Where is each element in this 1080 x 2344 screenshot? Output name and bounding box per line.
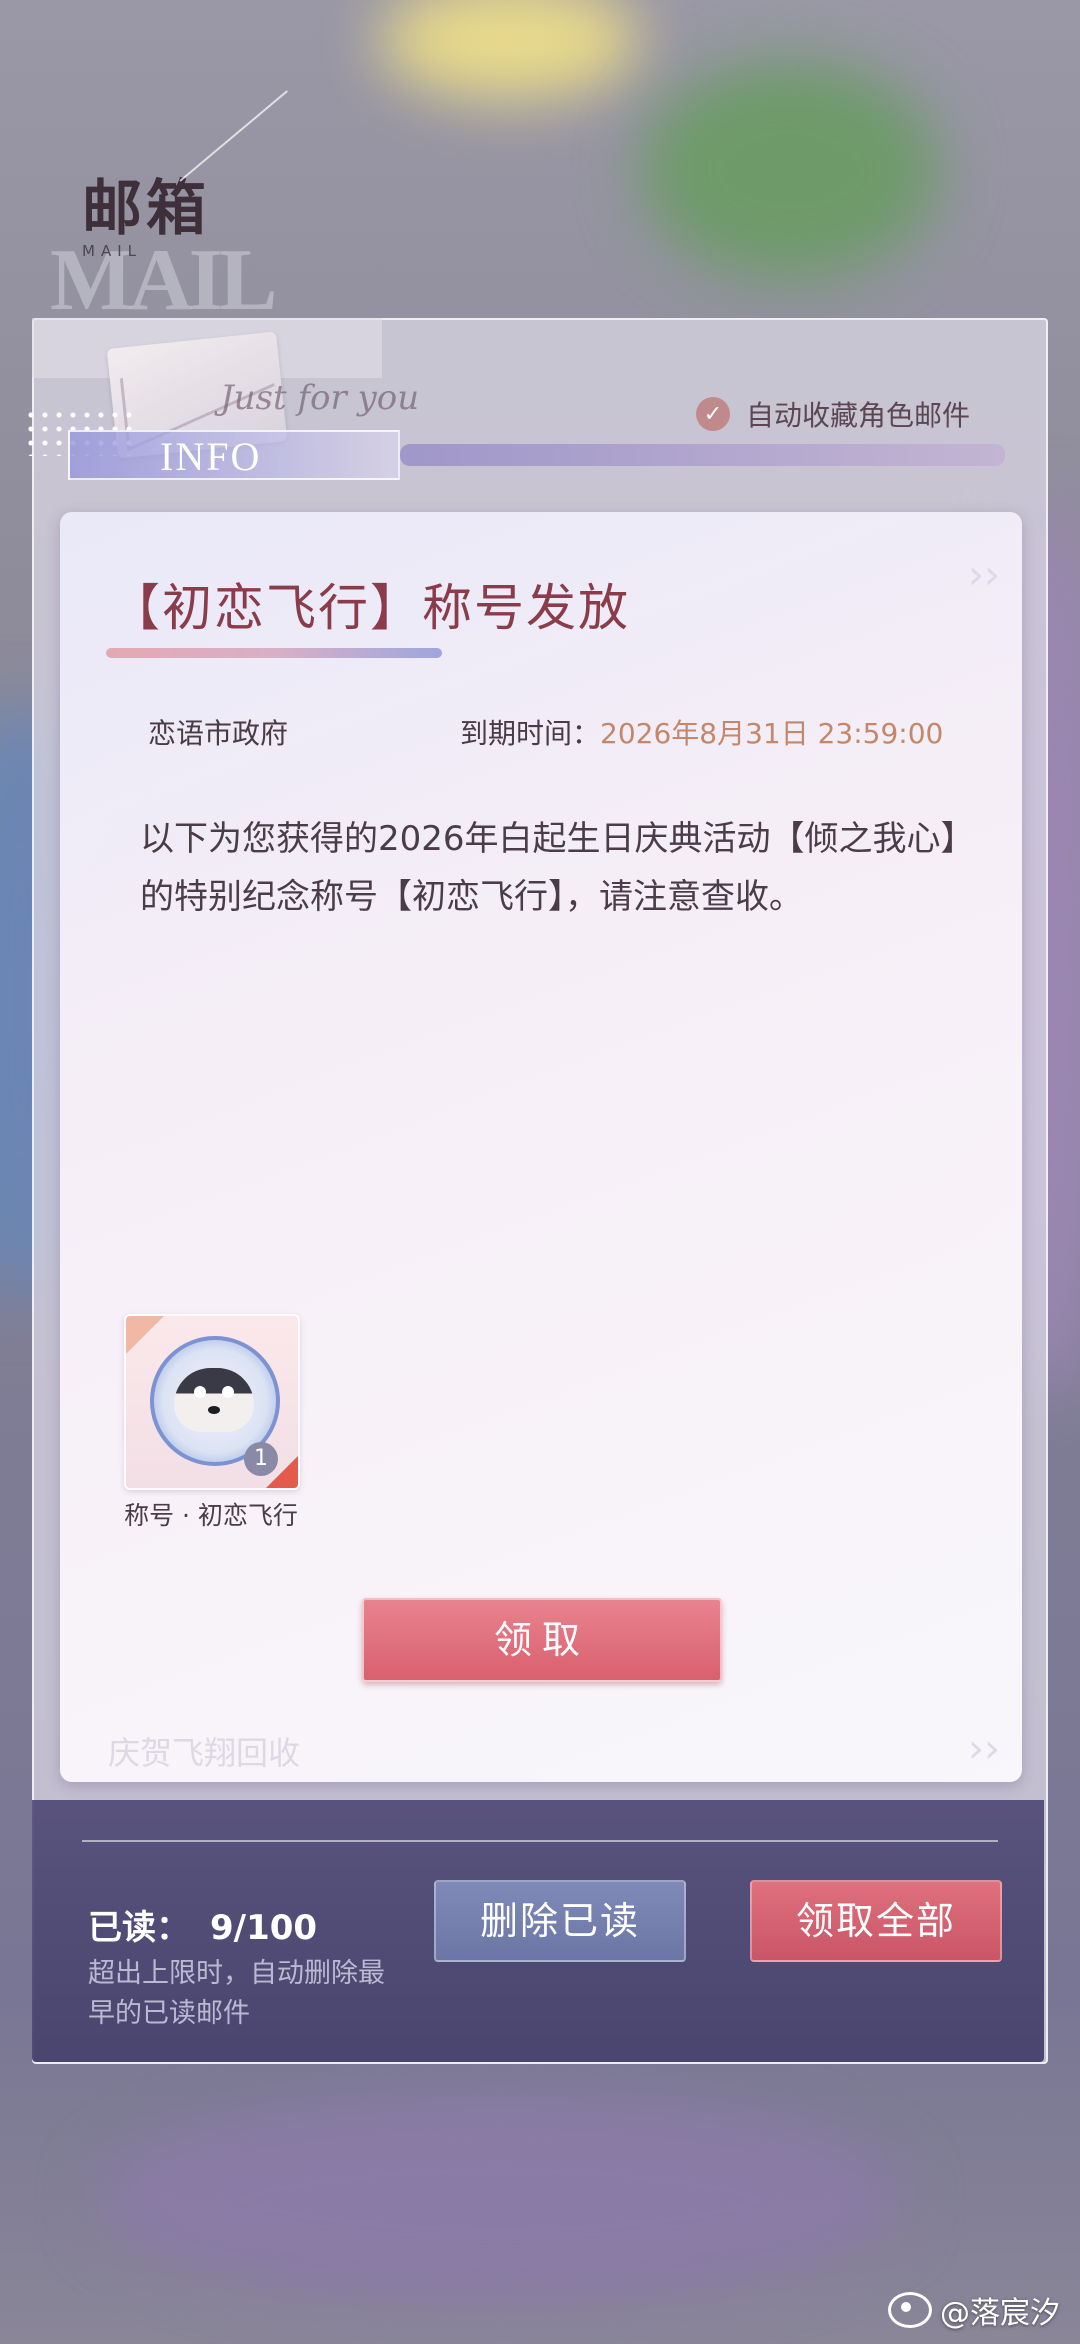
attachment-item[interactable]: 1 [124,1314,300,1490]
read-counter: 已读： 9/100 [88,1900,317,1949]
auto-delete-hint: 超出上限时，自动删除最早的已读邮件 [88,1958,385,2029]
read-label: 已读： [88,1908,190,1948]
expire-label: 到期时间： [460,717,601,750]
husky-icon [174,1368,254,1432]
weibo-icon [888,2292,932,2328]
just-for-you-text: Just for you [220,378,420,418]
mailbox-header: MAIL 邮箱 MAIL [30,90,430,329]
claim-button[interactable]: 领取 [362,1598,722,1682]
expire-value: 2026年8月31日 23:59:00 [600,717,944,750]
attachment-name: 称号 · 初恋飞行 [124,1501,298,1530]
read-count-value: 9/100 [210,1908,318,1948]
delete-read-button[interactable]: 删除已读 [434,1880,686,1962]
item-corner-decoration [126,1316,164,1354]
claim-all-button[interactable]: 领取全部 [750,1880,1002,1962]
watermark: @落宸汐 [888,2288,1060,2332]
mail-title: 【初恋飞行】称号发放 [110,579,630,637]
decorative-strip [400,444,1005,466]
page-subtitle: MAIL [82,242,142,260]
mail-expire: 到期时间：2026年8月31日 23:59:00 [460,712,943,752]
chevron-right-icon: ›› [968,1726,1000,1772]
mail-card [60,512,1022,1782]
auto-collect-label: 自动收藏角色邮件 [746,399,971,432]
footer-divider [82,1840,998,1842]
title-underline [106,648,442,658]
faded-footer-text: 庆贺飞翔回收 [108,1734,301,1772]
mail-body: 以下为您获得的2026年白起生日庆典活动【倾之我心】的特别纪念称号【初恋飞行】，… [140,819,958,917]
checkmark-icon: ✓ [696,397,730,431]
watermark-text: @落宸汐 [940,2296,1060,2331]
mail-sender: 恋语市政府 [148,717,289,750]
auto-collect-toggle[interactable]: ✓ 自动收藏角色邮件 [696,394,970,434]
star-corner-icon [266,1456,298,1488]
info-label: INFO [68,430,400,480]
chevron-right-icon: ›› [968,552,1000,598]
